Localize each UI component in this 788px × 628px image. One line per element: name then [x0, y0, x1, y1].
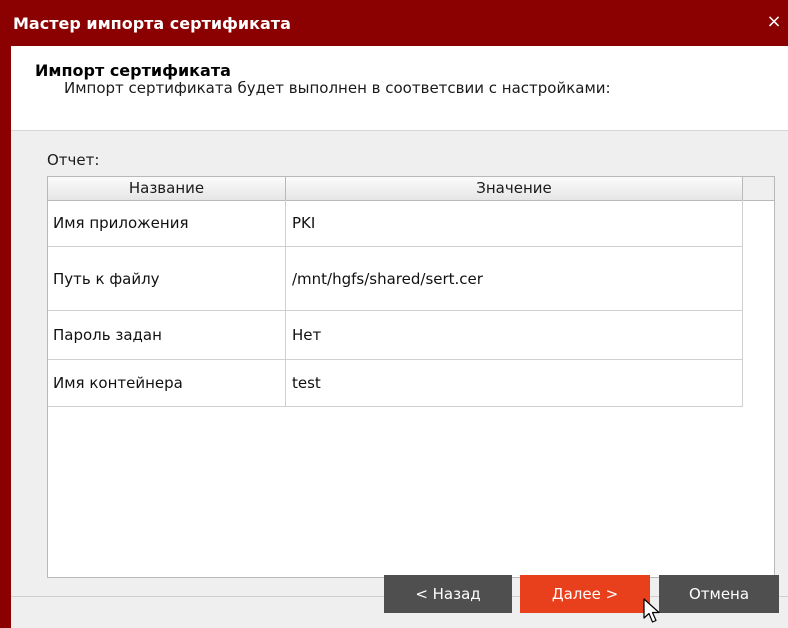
wizard-content: Импорт сертификата Импорт сертификата бу…: [11, 46, 788, 628]
table-row[interactable]: Имя приложения PKI: [48, 200, 743, 247]
table-header-filler: [743, 177, 774, 201]
mouse-pointer-icon: [643, 598, 660, 623]
wizard-header: Импорт сертификата Импорт сертификата бу…: [11, 46, 788, 131]
window-title: Мастер импорта сертификата: [13, 14, 291, 33]
row-value-cell: Нет: [292, 326, 322, 344]
page-description: Импорт сертификата будет выполнен в соот…: [64, 79, 611, 97]
row-name-cell: Пароль задан: [48, 311, 286, 359]
column-header-name[interactable]: Название: [48, 177, 286, 200]
page-title: Импорт сертификата: [35, 61, 231, 80]
title-bar[interactable]: Мастер импорта сертификата ×: [0, 0, 788, 46]
next-button[interactable]: Далее >: [520, 575, 650, 613]
row-name-cell: Имя контейнера: [48, 360, 286, 406]
table-row[interactable]: Имя контейнера test: [48, 360, 743, 407]
row-name-cell: Имя приложения: [48, 200, 286, 246]
table-row[interactable]: Путь к файлу /mnt/hgfs/shared/sert.cer: [48, 247, 743, 311]
row-value-cell: /mnt/hgfs/shared/sert.cer: [292, 269, 483, 288]
column-header-value[interactable]: Значение: [286, 177, 743, 200]
table-header: Название Значение: [48, 177, 743, 201]
back-button[interactable]: < Назад: [384, 575, 512, 613]
row-value-cell: test: [292, 374, 321, 392]
close-icon[interactable]: ×: [764, 12, 784, 32]
import-certificate-wizard-window: Мастер импорта сертификата × Импорт серт…: [0, 0, 788, 628]
cancel-button[interactable]: Отмена: [659, 575, 779, 613]
report-label: Отчет:: [47, 151, 100, 169]
table-row[interactable]: Пароль задан Нет: [48, 311, 743, 360]
row-value-cell: PKI: [292, 214, 316, 232]
row-name-cell: Путь к файлу: [48, 247, 286, 310]
report-table[interactable]: Название Значение Имя приложения PKI Пут…: [47, 176, 775, 578]
